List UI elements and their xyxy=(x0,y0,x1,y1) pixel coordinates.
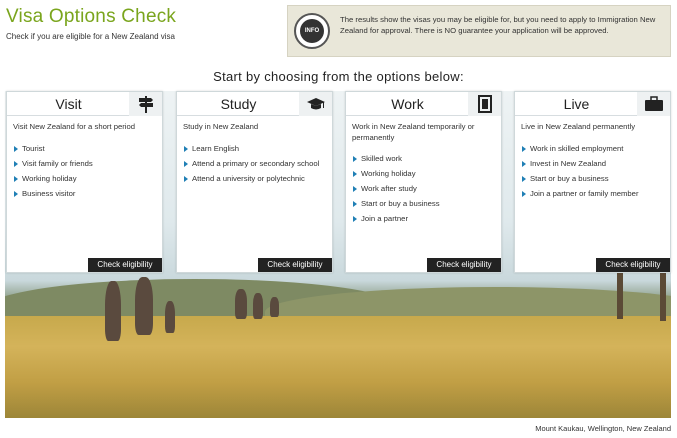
live-card[interactable]: Live Live in New Zealand permanently Wor… xyxy=(514,91,671,273)
walker-figure xyxy=(165,301,175,333)
work-card[interactable]: Work Work in New Zealand temporarily or … xyxy=(345,91,502,273)
study-check-eligibility-button[interactable]: Check eligibility xyxy=(258,258,332,272)
info-text: The results show the visas you may be el… xyxy=(340,15,656,35)
card-option-list: Skilled work Working holiday Work after … xyxy=(352,154,500,229)
list-item[interactable]: Invest in New Zealand xyxy=(521,159,669,169)
tree-trunk xyxy=(617,269,623,319)
card-title: Work xyxy=(391,96,424,112)
card-option-list: Work in skilled employment Invest in New… xyxy=(521,144,669,204)
walker-figure xyxy=(235,289,247,319)
study-card[interactable]: Study Study in New Zealand Learn English… xyxy=(176,91,333,273)
page-subtitle: Check if you are eligible for a New Zeal… xyxy=(6,32,175,41)
list-item[interactable]: Working holiday xyxy=(352,169,500,179)
list-item[interactable]: Learn English xyxy=(183,144,331,154)
card-option-list: Learn English Attend a primary or second… xyxy=(183,144,331,189)
card-description: Live in New Zealand permanently xyxy=(521,122,636,131)
list-item[interactable]: Visit family or friends xyxy=(13,159,161,169)
list-item[interactable]: Join a partner or family member xyxy=(521,189,669,199)
walker-figure xyxy=(253,293,263,319)
list-item[interactable]: Tourist xyxy=(13,144,161,154)
options-prompt: Start by choosing from the options below… xyxy=(213,69,464,84)
walker-figure xyxy=(270,297,279,317)
photo-caption: Mount Kaukau, Wellington, New Zealand xyxy=(535,424,671,433)
notebook-icon xyxy=(468,92,501,116)
card-title: Study xyxy=(220,96,257,112)
signpost-icon xyxy=(129,92,162,116)
card-description: Study in New Zealand xyxy=(183,122,259,131)
info-badge-icon: INFO xyxy=(294,13,330,49)
card-description: Work in New Zealand temporarily or perma… xyxy=(352,122,475,142)
live-check-eligibility-button[interactable]: Check eligibility xyxy=(596,258,670,272)
card-header: Live xyxy=(515,92,638,116)
page-title: Visa Options Check xyxy=(6,6,177,27)
card-title: Live xyxy=(563,96,590,112)
info-notice: INFO The results show the visas you may … xyxy=(287,5,671,57)
card-header: Visit xyxy=(7,92,130,116)
card-header: Study xyxy=(177,92,300,116)
list-item[interactable]: Attend a university or polytechnic xyxy=(183,174,331,184)
briefcase-icon xyxy=(637,92,670,116)
card-header: Work xyxy=(346,92,469,116)
graduation-cap-icon xyxy=(299,92,332,116)
info-badge-label: INFO xyxy=(300,19,324,43)
list-item[interactable]: Start or buy a business xyxy=(521,174,669,184)
list-item[interactable]: Skilled work xyxy=(352,154,500,164)
walker-figure xyxy=(105,281,121,341)
list-item[interactable]: Work after study xyxy=(352,184,500,194)
list-item[interactable]: Business visitor xyxy=(13,189,161,199)
card-option-list: Tourist Visit family or friends Working … xyxy=(13,144,161,204)
visit-check-eligibility-button[interactable]: Check eligibility xyxy=(88,258,162,272)
work-check-eligibility-button[interactable]: Check eligibility xyxy=(427,258,501,272)
list-item[interactable]: Working holiday xyxy=(13,174,161,184)
walker-figure xyxy=(135,277,153,335)
list-item[interactable]: Work in skilled employment xyxy=(521,144,669,154)
list-item[interactable]: Join a partner xyxy=(352,214,500,224)
card-description: Visit New Zealand for a short period xyxy=(13,122,136,131)
list-item[interactable]: Attend a primary or secondary school xyxy=(183,159,331,169)
card-title: Visit xyxy=(55,96,82,112)
list-item[interactable]: Start or buy a business xyxy=(352,199,500,209)
visit-card[interactable]: Visit Visit New Zealand for a short peri… xyxy=(6,91,163,273)
